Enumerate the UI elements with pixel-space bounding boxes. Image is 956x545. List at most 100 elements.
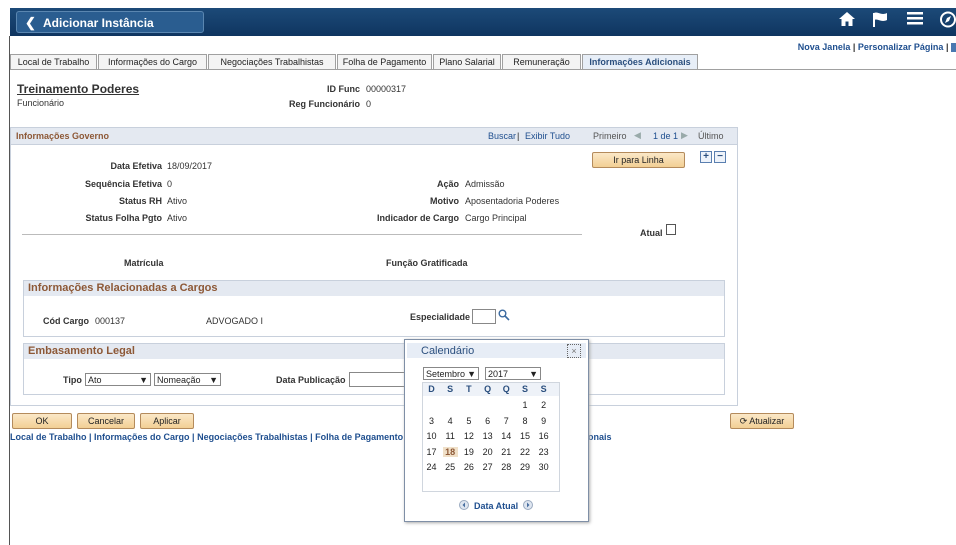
weekday-header: Q xyxy=(502,384,510,394)
last-label: Último xyxy=(698,131,724,141)
compass-icon[interactable] xyxy=(940,11,956,33)
prev-icon[interactable] xyxy=(459,500,469,512)
job-code-label: Cód Cargo xyxy=(43,316,89,326)
chevron-left-icon: ❮ xyxy=(25,15,36,30)
calendar-day[interactable]: 4 xyxy=(443,416,458,426)
flag-icon[interactable] xyxy=(872,11,888,33)
calendar-day[interactable]: 26 xyxy=(461,462,476,472)
ok-button[interactable]: OK xyxy=(12,413,72,429)
today-link[interactable]: Data Atual xyxy=(474,501,518,511)
calendar-day[interactable]: 19 xyxy=(461,447,476,457)
view-all-link[interactable]: Exibir Tudo xyxy=(525,131,570,141)
home-icon[interactable] xyxy=(838,11,856,32)
id-label: ID Func xyxy=(327,84,360,94)
top-links: Nova Janela | Personalizar Página | xyxy=(798,42,956,53)
calendar-day[interactable]: 22 xyxy=(518,447,533,457)
chevron-down-icon: ▼ xyxy=(139,375,148,385)
calendar-day[interactable]: 25 xyxy=(443,462,458,472)
footer-tab-links[interactable]: Local de Trabalho | Informações do Cargo… xyxy=(10,432,430,442)
action-label: Ação xyxy=(436,179,459,189)
year-select[interactable]: 2017 ▼ xyxy=(485,367,541,380)
next-icon[interactable] xyxy=(523,500,533,512)
weekday-header: Q xyxy=(484,384,492,394)
calendar-day[interactable]: 28 xyxy=(499,462,514,472)
weekday-header: T xyxy=(466,384,472,394)
delete-row-icon[interactable]: − xyxy=(714,151,726,163)
calendar-day[interactable]: 27 xyxy=(480,462,495,472)
job-code-value: 000137 xyxy=(95,316,126,326)
chevron-down-icon: ▼ xyxy=(209,375,218,385)
calendar-day[interactable]: 13 xyxy=(480,431,495,441)
calendar-day[interactable]: 29 xyxy=(518,462,533,472)
calendar-day[interactable]: 17 xyxy=(424,447,439,457)
calendar-day[interactable]: 18 xyxy=(442,446,458,457)
calendar-day[interactable]: 24 xyxy=(424,462,439,472)
type2-select[interactable]: Nomeação ▼ xyxy=(154,373,221,386)
refresh-button[interactable]: ⟳ Atualizar xyxy=(730,413,794,429)
gov-section-header: Informações Governo Buscar | Exibir Tudo… xyxy=(11,128,737,145)
field-divider xyxy=(22,234,582,235)
id-value: 00000317 xyxy=(366,84,407,94)
jobinfo-title: Informações Relacionadas a Cargos xyxy=(24,281,724,296)
calendar-day[interactable]: 12 xyxy=(461,431,476,441)
chevron-down-icon: ▼ xyxy=(467,369,476,379)
search-icon[interactable] xyxy=(498,309,510,323)
calendar-day[interactable]: 1 xyxy=(518,400,533,410)
cancel-button[interactable]: Cancelar xyxy=(77,413,135,429)
specialty-input[interactable] xyxy=(472,309,496,324)
calendar-day[interactable]: 14 xyxy=(499,431,514,441)
weekday-header: S xyxy=(521,384,528,394)
calendar-day[interactable]: 16 xyxy=(536,431,551,441)
gov-title: Informações Governo xyxy=(16,131,110,141)
first-label: Primeiro xyxy=(593,131,627,141)
calendar-day[interactable]: 5 xyxy=(461,416,476,426)
calendar-day[interactable]: 20 xyxy=(480,447,495,457)
reg-label: Reg Funcionário xyxy=(288,99,360,109)
new-window-link[interactable]: Nova Janela xyxy=(798,42,851,52)
calendar-day[interactable]: 8 xyxy=(518,416,533,426)
search-link[interactable]: Buscar xyxy=(488,131,516,141)
legal-section: Embasamento Legal xyxy=(23,343,725,395)
personalize-page-link[interactable]: Personalizar Página xyxy=(858,42,944,52)
matricula-label: Matrícula xyxy=(124,258,164,268)
close-icon[interactable]: × xyxy=(567,344,581,358)
tab-remuneracao[interactable]: Remuneração xyxy=(502,54,581,69)
calendar-day[interactable]: 23 xyxy=(536,447,551,457)
calendar-day[interactable]: 30 xyxy=(536,462,551,472)
calendar-day[interactable]: 10 xyxy=(424,431,439,441)
tab-info-adicionais[interactable]: Informações Adicionais xyxy=(582,54,698,70)
pay-status-value: Ativo xyxy=(167,213,188,223)
hr-status-label: Status RH xyxy=(118,196,162,206)
tab-folha-pagamento[interactable]: Folha de Pagamento xyxy=(337,54,432,69)
tab-local-trabalho[interactable]: Local de Trabalho xyxy=(10,54,97,69)
calendar-day[interactable]: 11 xyxy=(443,431,458,441)
calendar-day[interactable]: 2 xyxy=(536,400,551,410)
calendar-day[interactable]: 6 xyxy=(480,416,495,426)
calendar-day[interactable]: 3 xyxy=(424,416,439,426)
apply-button[interactable]: Aplicar xyxy=(140,413,194,429)
tab-negociacoes[interactable]: Negociações Trabalhistas xyxy=(208,54,336,69)
next-arrow-icon[interactable]: ▶ xyxy=(681,130,688,141)
type-select[interactable]: Ato ▼ xyxy=(85,373,151,386)
jobind-label: Indicador de Cargo xyxy=(376,213,459,223)
calendar-day[interactable]: 9 xyxy=(536,416,551,426)
employee-name: Treinamento Poderes xyxy=(17,82,140,96)
tab-plano-salarial[interactable]: Plano Salarial xyxy=(433,54,501,69)
month-select[interactable]: Setembro ▼ xyxy=(423,367,479,380)
add-row-icon[interactable]: + xyxy=(700,151,712,163)
pubdate-input[interactable] xyxy=(349,372,407,387)
prev-arrow-icon[interactable]: ◀ xyxy=(634,130,641,141)
calendar-day[interactable]: 15 xyxy=(518,431,533,441)
calendar-day[interactable]: 21 xyxy=(499,447,514,457)
calendar-day[interactable]: 7 xyxy=(499,416,514,426)
employee-role: Funcionário xyxy=(17,98,65,108)
frame-edge xyxy=(9,36,10,545)
back-button[interactable]: ❮ Adicionar Instância Emprego xyxy=(16,11,204,52)
specialty-label: Especialidade xyxy=(410,312,471,322)
footer-tab-links-tail[interactable]: onais xyxy=(588,432,612,442)
menu-icon[interactable] xyxy=(907,11,923,30)
goto-row-button[interactable]: Ir para Linha xyxy=(592,152,685,168)
tab-info-cargo[interactable]: Informações do Cargo xyxy=(98,54,207,69)
help-icon[interactable] xyxy=(951,43,956,53)
current-checkbox[interactable] xyxy=(666,224,676,235)
